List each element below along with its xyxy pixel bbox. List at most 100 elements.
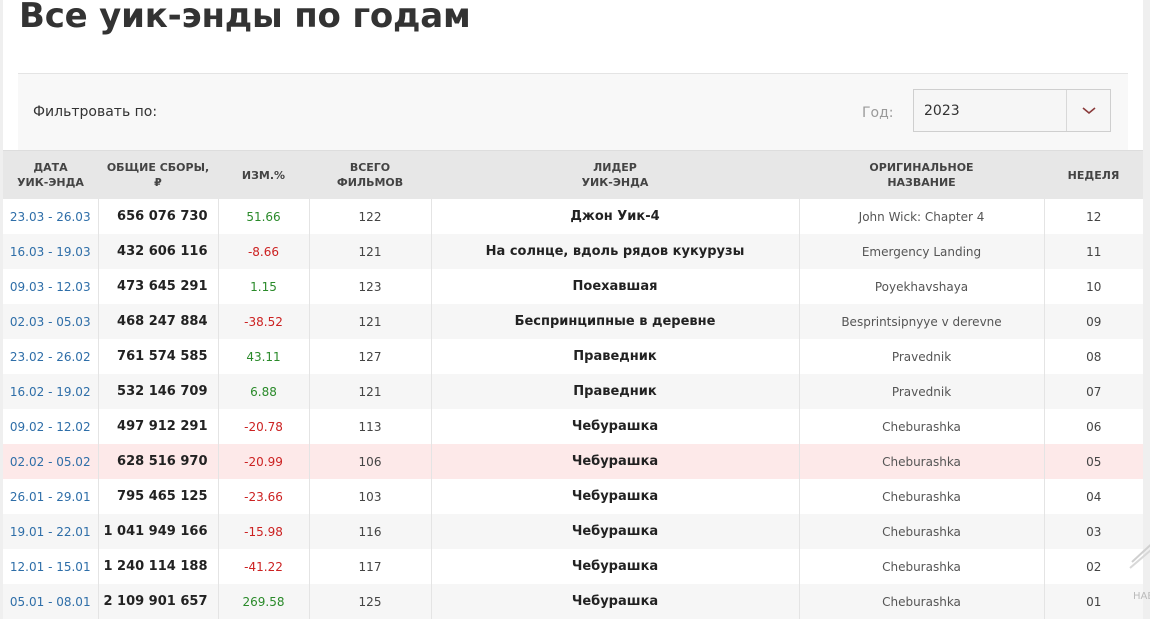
table-row[interactable]: 19.01 - 22.01 1 041 949 166 -15.98 116 Чебур… <box>3 514 1143 549</box>
column-header: ОБЩИЕ СБОРЫ, ₽ <box>98 150 218 199</box>
change-percent: 51.66 <box>217 199 309 234</box>
original-title: Emergency Landing <box>798 234 1044 269</box>
column-header-line: ДАТА <box>33 161 68 174</box>
table-row[interactable]: 05.01 - 08.01 2 109 901 657 269.58 125 Чебур… <box>3 584 1143 619</box>
total-films: 122 <box>308 199 431 234</box>
column-header: НЕДЕЛЯ <box>1044 150 1143 199</box>
change-percent: -23.66 <box>217 479 309 514</box>
column-header-line: ИЗМ.% <box>241 168 286 182</box>
week-number: 04 <box>1043 479 1143 514</box>
total-gross: 656 076 730 <box>97 199 218 234</box>
column-header-line: НЕДЕЛЯ <box>1067 168 1120 182</box>
total-films: 103 <box>308 479 431 514</box>
weekend-leader: На солнце, вдоль рядов кукурузы <box>430 234 799 269</box>
change-percent: -38.52 <box>217 304 309 339</box>
total-gross: 1 240 114 188 <box>97 549 218 584</box>
total-gross: 532 146 709 <box>97 374 218 409</box>
total-films: 127 <box>308 339 431 374</box>
column-header-line: УИК-ЭНДА <box>17 176 84 189</box>
weekend-leader: Праведник <box>430 374 799 409</box>
weekend-date-link[interactable]: 12.01 - 15.01 <box>3 549 98 584</box>
weekends-table: ДАТА УИК-ЭНДА ОБЩИЕ СБОРЫ, ₽ ИЗМ.% ВСЕГО ФИЛЬМ… <box>3 150 1143 619</box>
weekend-leader: Праведник <box>430 339 799 374</box>
week-number: 08 <box>1043 339 1143 374</box>
weekend-date-link[interactable]: 26.01 - 29.01 <box>3 479 98 514</box>
column-header-line: ВСЕГО <box>349 161 391 174</box>
year-select-divider <box>1066 90 1067 131</box>
week-number: 05 <box>1043 444 1143 479</box>
original-title: Cheburashka <box>798 409 1044 444</box>
table-row[interactable]: 16.03 - 19.03 432 606 116 -8.66 121 На солнц… <box>3 234 1143 269</box>
column-header-line: НАЗВАНИЕ <box>887 176 956 189</box>
total-gross: 761 574 585 <box>97 339 218 374</box>
total-gross: 473 645 291 <box>97 269 218 304</box>
original-title: Pravednik <box>798 339 1044 374</box>
table-row[interactable]: 23.02 - 26.02 761 574 585 43.11 127 Праведни… <box>3 339 1143 374</box>
column-header: ИЗМ.% <box>218 150 309 199</box>
change-percent: -8.66 <box>217 234 309 269</box>
original-title: John Wick: Chapter 4 <box>798 199 1044 234</box>
table-row[interactable]: 09.03 - 12.03 473 645 291 1.15 123 Поехавшая… <box>3 269 1143 304</box>
table-row[interactable]: 26.01 - 29.01 795 465 125 -23.66 103 Чебураш… <box>3 479 1143 514</box>
week-number: 12 <box>1043 199 1143 234</box>
table-row[interactable]: 02.03 - 05.03 468 247 884 -38.52 121 Бесприн… <box>3 304 1143 339</box>
weekend-leader: Поехавшая <box>430 269 799 304</box>
total-gross: 795 465 125 <box>97 479 218 514</box>
weekend-date-link[interactable]: 16.02 - 19.02 <box>3 374 98 409</box>
week-number: 07 <box>1043 374 1143 409</box>
weekend-leader: Беспринципные в деревне <box>430 304 799 339</box>
column-header-line: ЛИДЕР <box>593 161 637 174</box>
total-gross: 628 516 970 <box>97 444 218 479</box>
weekend-leader: Чебурашка <box>430 584 799 619</box>
weekend-leader: Чебурашка <box>430 409 799 444</box>
week-number: 10 <box>1043 269 1143 304</box>
chevron-down-icon[interactable] <box>1080 101 1098 119</box>
weekend-date-link[interactable]: 23.02 - 26.02 <box>3 339 98 374</box>
weekend-date-link[interactable]: 09.03 - 12.03 <box>3 269 98 304</box>
week-number: 11 <box>1043 234 1143 269</box>
table-row[interactable]: 09.02 - 12.02 497 912 291 -20.78 113 Чебураш… <box>3 409 1143 444</box>
weekend-date-link[interactable]: 23.03 - 26.03 <box>3 199 98 234</box>
table-row[interactable]: 16.02 - 19.02 532 146 709 6.88 121 Праведник… <box>3 374 1143 409</box>
table-row[interactable]: 02.02 - 05.02 628 516 970 -20.99 106 Чебураш… <box>3 444 1143 479</box>
filter-bar: Фильтровать по: Год: 2023 <box>18 73 1128 150</box>
weekend-date-link[interactable]: 19.01 - 22.01 <box>3 514 98 549</box>
table-header: ДАТА УИК-ЭНДА ОБЩИЕ СБОРЫ, ₽ ИЗМ.% ВСЕГО ФИЛЬМ… <box>3 150 1143 199</box>
weekend-date-link[interactable]: 05.01 - 08.01 <box>3 584 98 619</box>
year-select[interactable]: 2023 <box>913 89 1111 132</box>
weekend-date-link[interactable]: 16.03 - 19.03 <box>3 234 98 269</box>
week-number: 06 <box>1043 409 1143 444</box>
table-row[interactable]: 23.03 - 26.03 656 076 730 51.66 122 Джон Уик… <box>3 199 1143 234</box>
total-films: 121 <box>308 374 431 409</box>
original-title: Besprintsipnyye v derevne <box>798 304 1044 339</box>
weekend-date-link[interactable]: 09.02 - 12.02 <box>3 409 98 444</box>
column-header-line: УИК-ЭНДА <box>581 176 649 189</box>
change-percent: -20.78 <box>217 409 309 444</box>
original-title: Cheburashka <box>798 514 1044 549</box>
side-decoration-icon <box>1129 544 1150 569</box>
original-title: Cheburashka <box>798 479 1044 514</box>
filter-label: Фильтровать по: <box>33 104 158 120</box>
column-header-line: ОРИГИНАЛЬНОЕ <box>869 161 974 174</box>
column-header: ВСЕГО ФИЛЬМОВ <box>309 150 431 199</box>
week-number: 01 <box>1043 584 1143 619</box>
weekend-leader: Чебурашка <box>430 479 799 514</box>
original-title: Poyekhavshaya <box>798 269 1044 304</box>
weekend-leader: Чебурашка <box>430 514 799 549</box>
weekend-leader: Чебурашка <box>430 549 799 584</box>
total-films: 117 <box>308 549 431 584</box>
change-percent: 6.88 <box>217 374 309 409</box>
change-percent: 1.15 <box>217 269 309 304</box>
total-films: 113 <box>308 409 431 444</box>
weekend-date-link[interactable]: 02.02 - 05.02 <box>3 444 98 479</box>
page-title: Все уик-энды по годам <box>19 0 471 36</box>
table-row[interactable]: 12.01 - 15.01 1 240 114 188 -41.22 117 Чебур… <box>3 549 1143 584</box>
page: Все уик-энды по годам Фильтровать по: Го… <box>3 0 1143 619</box>
total-films: 121 <box>308 304 431 339</box>
original-title: Cheburashka <box>798 444 1044 479</box>
year-label: Год: <box>862 105 894 121</box>
change-percent: -20.99 <box>217 444 309 479</box>
change-percent: -41.22 <box>217 549 309 584</box>
total-films: 106 <box>308 444 431 479</box>
weekend-date-link[interactable]: 02.03 - 05.03 <box>3 304 98 339</box>
